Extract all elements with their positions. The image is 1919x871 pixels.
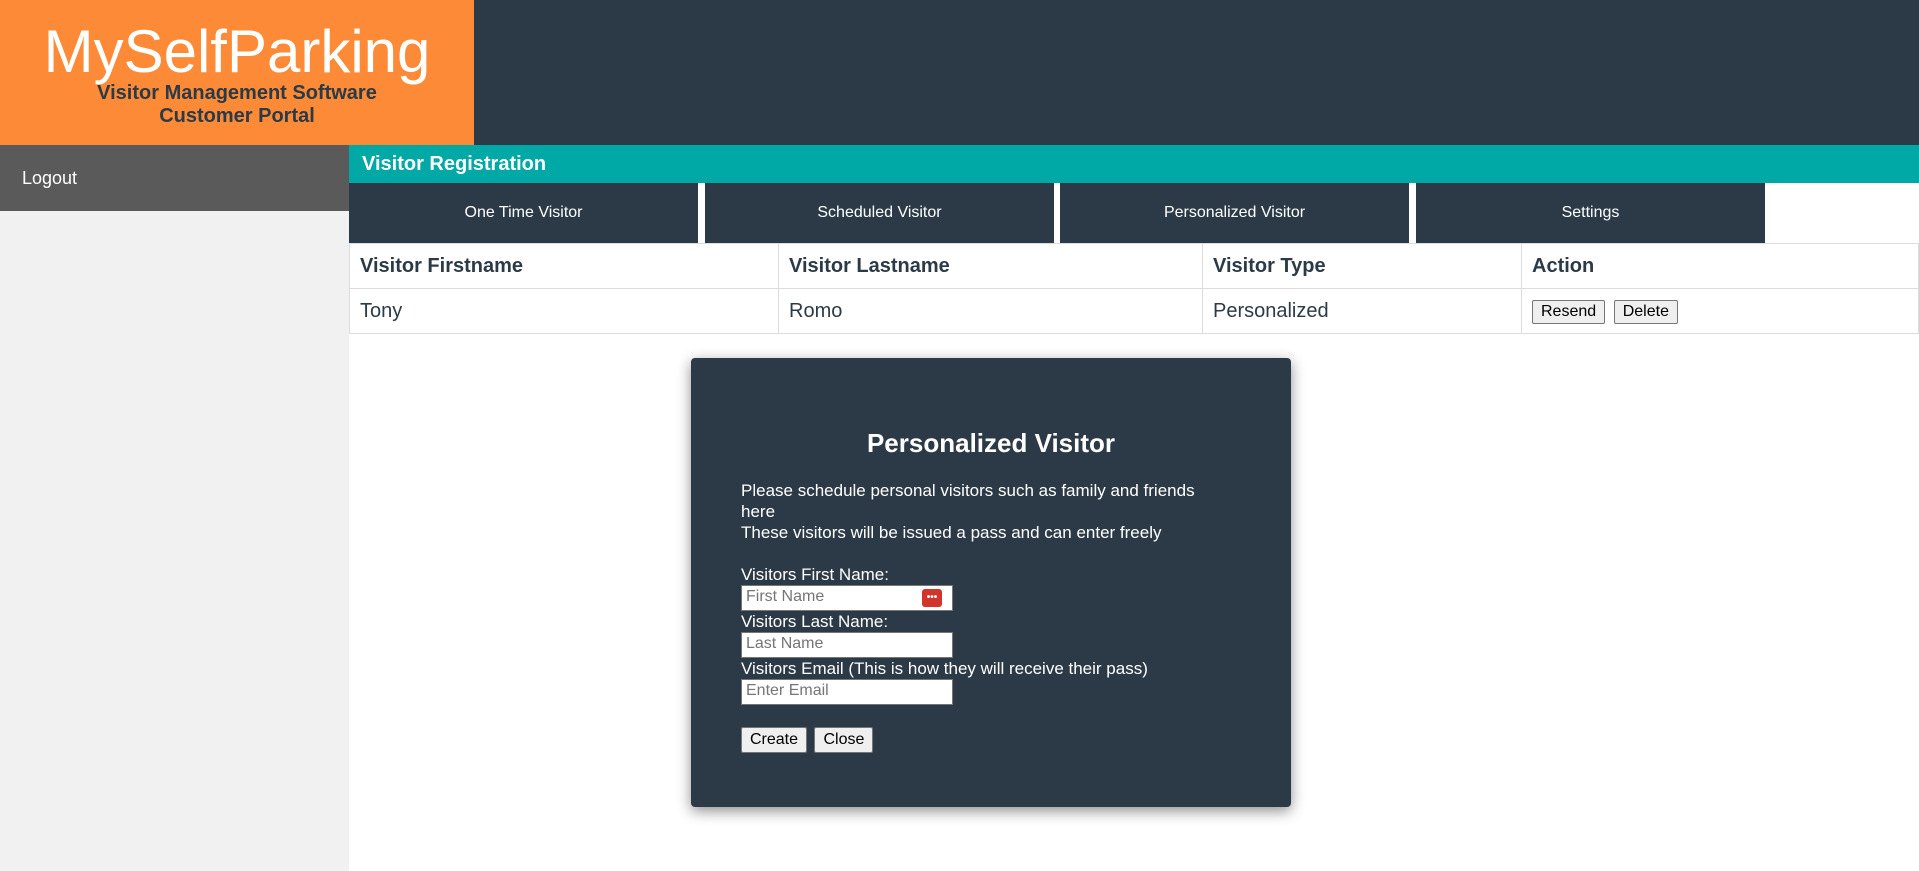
last-name-label: Visitors Last Name: [741,612,889,631]
section-title: Visitor Registration [349,145,1919,183]
create-button[interactable]: Create [741,727,808,753]
cell-firstname: Tony [349,288,779,334]
app-root: MySelfParking Visitor Management Softwar… [0,0,1919,871]
logo-subtitle-line-1: Visitor Management Software [97,82,377,104]
email-field [741,679,953,705]
cell-actions: Resend Delete [1521,288,1919,334]
tab-one-time-visitor[interactable]: One Time Visitor [349,183,698,243]
resend-button[interactable]: Resend [1532,299,1606,324]
top-bar [474,0,1919,145]
first-name-input[interactable] [742,586,942,608]
last-name-field [741,632,953,658]
column-header-type: Visitor Type [1202,243,1522,289]
cell-lastname: Romo [778,288,1203,334]
first-name-field: ••• [741,585,953,611]
personalized-visitor-modal: Personalized Visitor Please schedule per… [691,358,1291,807]
email-label: Visitors Email (This is how they will re… [741,659,1148,678]
sidebar-item-logout[interactable]: Logout [0,145,349,211]
logo-title: MySelfParking [43,18,431,85]
tab-scheduled-visitor[interactable]: Scheduled Visitor [705,183,1054,243]
email-input[interactable] [742,680,942,702]
first-name-label: Visitors First Name: [741,565,889,584]
modal-description-line-2: These visitors will be issued a pass and… [741,523,1162,542]
logo-subtitle-line-2: Customer Portal [159,105,315,127]
logo: MySelfParking Visitor Management Softwar… [0,0,474,145]
last-name-input[interactable] [742,633,942,655]
modal-description-line-1: Please schedule personal visitors such a… [741,481,1195,521]
cell-type: Personalized [1202,288,1522,334]
tab-personalized-visitor[interactable]: Personalized Visitor [1060,183,1409,243]
column-header-firstname: Visitor Firstname [349,243,779,289]
delete-button[interactable]: Delete [1613,299,1678,324]
column-header-lastname: Visitor Lastname [778,243,1203,289]
column-header-action: Action [1521,243,1919,289]
modal-title: Personalized Visitor [866,428,1116,458]
table-row: Tony Romo Personalized Resend Delete [349,288,1919,334]
tab-bar: One Time Visitor Scheduled Visitor Perso… [349,183,1919,243]
modal-actions: Create Close [741,727,1241,753]
visitors-table: Visitor Firstname Visitor Lastname Visit… [349,243,1919,334]
modal-description: Please schedule personal visitors such a… [741,480,1231,543]
modal-body: Personalized Visitor Please schedule per… [741,428,1241,753]
tab-settings[interactable]: Settings [1416,183,1765,243]
close-button[interactable]: Close [814,727,874,753]
sidebar: Logout [0,145,349,871]
table-header-row: Visitor Firstname Visitor Lastname Visit… [349,243,1919,289]
password-manager-icon[interactable]: ••• [922,589,942,607]
